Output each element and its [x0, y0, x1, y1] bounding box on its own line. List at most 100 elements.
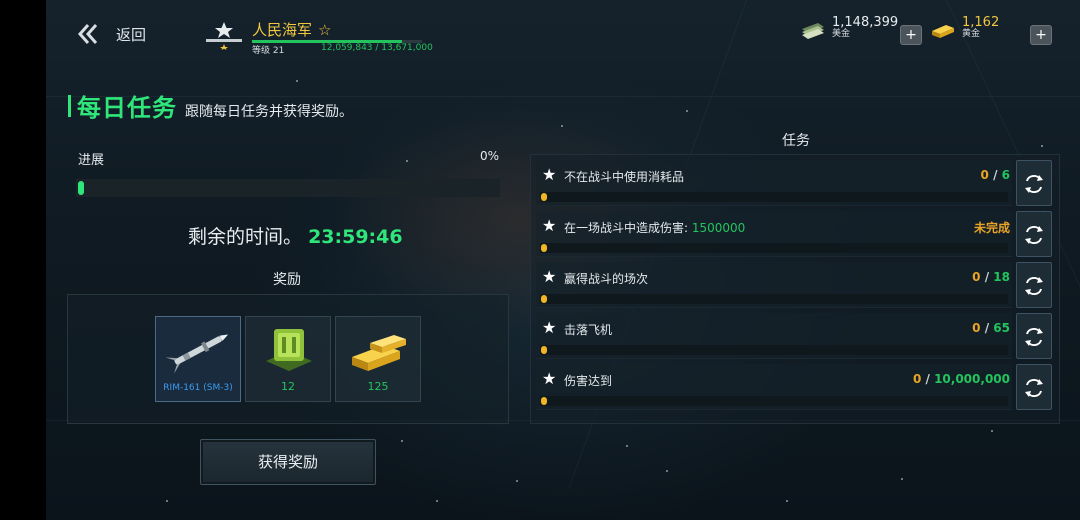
- reward-crate[interactable]: 12: [245, 316, 331, 402]
- mission-separator: /: [984, 270, 990, 284]
- time-remaining: 剩余的时间。 23:59:46: [188, 222, 403, 249]
- mission-row: ★ 在一场战斗中造成伤害: 1500000 未完成: [536, 211, 1012, 257]
- mission-progress-bar: [540, 192, 1008, 202]
- time-remaining-value: 23:59:46: [308, 226, 403, 248]
- star-icon: ★: [542, 165, 557, 184]
- refresh-mission-button[interactable]: [1016, 211, 1052, 257]
- gold-bars-icon: [352, 335, 406, 371]
- player-name-row: 人民海军 ☆: [252, 19, 331, 40]
- mission-target: 65: [993, 321, 1010, 335]
- mission-label: 不在战斗中使用消耗品: [564, 170, 685, 184]
- reward-missile-label: RIM-161 (SM-3): [163, 383, 233, 393]
- level-label: 等级 21: [252, 46, 285, 56]
- mission-progress-fill: [541, 193, 547, 201]
- bg-speck: [436, 500, 438, 502]
- bg-speck: [516, 480, 518, 482]
- mission-progress-fill: [541, 244, 547, 252]
- reward-panel: RIM-161 (SM-3) 12 125: [67, 294, 509, 424]
- mission-progress: 0 / 18: [972, 270, 1010, 284]
- mission-current: 0: [980, 168, 989, 182]
- mission-status: 未完成: [973, 221, 1010, 235]
- mission-progress-bar: [540, 294, 1008, 304]
- mission-separator: /: [984, 321, 990, 335]
- mission-progress-fill: [541, 346, 547, 354]
- missions-title: 任务: [782, 133, 810, 149]
- reward-gold[interactable]: 125: [335, 316, 421, 402]
- mission-progress-bar: [540, 396, 1008, 406]
- add-gold-button[interactable]: +: [1030, 25, 1052, 45]
- game-screen: 返回 人民海军 ☆ 等级 21 12,059,843 / 13,671,000 …: [46, 0, 1080, 520]
- mission-row: ★ 赢得战斗的场次 0 / 18: [536, 262, 1012, 308]
- mission-label-row: 在一场战斗中造成伤害: 1500000: [564, 219, 745, 236]
- daily-mission-header: 每日任务 跟随每日任务并获得奖励。: [68, 88, 353, 123]
- refresh-icon: [1025, 175, 1043, 193]
- double-chevron-left-icon: [77, 24, 98, 44]
- mission-target: 6: [1001, 168, 1010, 182]
- page-subtitle: 跟随每日任务并获得奖励。: [185, 104, 353, 120]
- progress-label: 进展: [78, 153, 105, 168]
- time-remaining-label: 剩余的时间。: [188, 226, 303, 248]
- currency-gold: 1,162 黄金: [930, 15, 999, 40]
- bg-speck: [166, 500, 168, 502]
- star-outline-icon: ☆: [318, 20, 332, 39]
- bg-speck: [686, 110, 688, 112]
- refresh-mission-button[interactable]: [1016, 364, 1052, 410]
- refresh-icon: [1025, 379, 1043, 397]
- title-accent-bar: [68, 94, 71, 117]
- star-icon: ★: [542, 216, 557, 235]
- refresh-mission-button[interactable]: [1016, 313, 1052, 359]
- back-button[interactable]: 返回: [76, 22, 146, 46]
- mission-progress-bar: [540, 243, 1008, 253]
- mission-separator: /: [993, 168, 998, 182]
- bg-speck: [296, 80, 298, 82]
- screen-edge: [0, 0, 46, 520]
- bg-speck: [401, 440, 403, 442]
- mission-label: 击落飞机: [564, 323, 613, 337]
- reward-missile[interactable]: RIM-161 (SM-3): [155, 316, 241, 402]
- mission-progress: 0 / 10,000,000: [913, 372, 1010, 386]
- mission-label-value: 1500000: [691, 221, 746, 235]
- bg-speck: [406, 160, 408, 162]
- mission-target: 10,000,000: [934, 372, 1010, 386]
- reward-gold-count: 125: [367, 380, 389, 393]
- mission-label: 在一场战斗中造成伤害:: [564, 221, 692, 235]
- add-dollars-button[interactable]: +: [900, 25, 922, 45]
- bg-speck: [991, 430, 993, 432]
- daily-progress-fill: [78, 181, 84, 195]
- refresh-mission-button[interactable]: [1016, 160, 1052, 206]
- mission-progress-bar: [540, 345, 1008, 355]
- mission-current: 0: [972, 270, 981, 284]
- bg-speck: [666, 470, 668, 472]
- mission-progress: 0 / 65: [972, 321, 1010, 335]
- star-icon: ★: [542, 318, 557, 337]
- mission-row: ★ 击落飞机 0 / 65: [536, 313, 1012, 359]
- bg-speck: [786, 500, 788, 502]
- progress-percent: 0%: [480, 149, 500, 163]
- daily-progress-bar: [76, 179, 500, 197]
- currency-dollars: 1,148,399 美金: [800, 15, 898, 40]
- dollar-bills-icon: [802, 23, 824, 40]
- star-icon: ★: [542, 267, 557, 286]
- refresh-icon: [1025, 277, 1043, 295]
- back-label: 返回: [116, 25, 147, 44]
- refresh-icon: [1025, 226, 1043, 244]
- mission-progress-fill: [541, 295, 547, 303]
- gold-label: 黄金: [962, 29, 981, 40]
- gold-bars-icon: [932, 25, 954, 39]
- dollars-label: 美金: [832, 29, 851, 40]
- player-name: 人民海军: [252, 21, 313, 39]
- reward-title: 奖励: [273, 272, 301, 288]
- claim-reward-button[interactable]: 获得奖励: [200, 439, 376, 485]
- mission-label: 伤害达到: [564, 374, 613, 388]
- bg-speck: [561, 125, 563, 127]
- mission-current: 0: [912, 372, 922, 386]
- refresh-icon: [1025, 328, 1043, 346]
- mission-progress: 0 / 6: [981, 168, 1010, 182]
- mission-row: ★ 伤害达到 0 / 10,000,000: [536, 364, 1012, 410]
- mission-row: ★ 不在战斗中使用消耗品 0 / 6: [536, 160, 1012, 206]
- bg-speck: [626, 445, 628, 447]
- page-title: 每日任务: [77, 94, 177, 122]
- rank-insignia-icon: [206, 22, 242, 50]
- refresh-mission-button[interactable]: [1016, 262, 1052, 308]
- bg-speck: [901, 478, 903, 480]
